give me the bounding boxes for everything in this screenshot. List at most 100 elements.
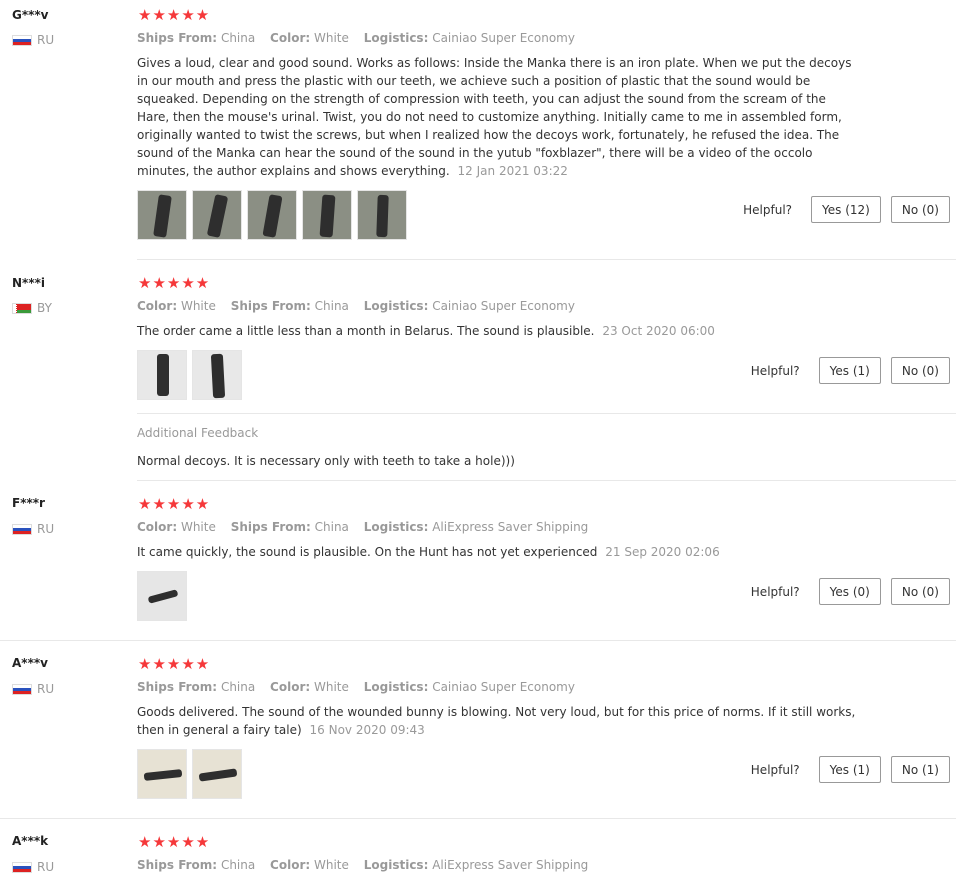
helpful-vote: Helpful? Yes (1) No (0) (751, 357, 950, 384)
review-divider (0, 818, 956, 819)
meta-key: Logistics: (363, 299, 429, 313)
helpful-vote: Helpful? Yes (0) No (0) (751, 578, 950, 605)
review-photo[interactable] (192, 350, 242, 400)
meta-value: China (314, 520, 349, 534)
reviewer-name: N***i (12, 276, 45, 290)
meta-value: China (220, 858, 256, 872)
meta-value: White (314, 31, 349, 45)
helpful-no-button[interactable]: No (0) (890, 578, 950, 605)
russia-flag-icon (12, 523, 32, 535)
reviewer-country: RU (12, 860, 54, 874)
review-content: The order came a little less than a mont… (137, 324, 595, 338)
review-content: Goods delivered. The sound of the wounde… (137, 705, 856, 737)
russia-flag-icon (12, 683, 32, 695)
helpful-yes-button[interactable]: Yes (0) (818, 578, 881, 605)
reviewer-name: A***v (12, 656, 48, 670)
review-divider (0, 640, 956, 641)
review-photo[interactable] (192, 749, 242, 799)
helpful-yes-button[interactable]: Yes (1) (818, 756, 881, 783)
meta-value: China (314, 299, 349, 313)
country-code: RU (37, 33, 55, 47)
star-rating: ★★★★★ (138, 833, 211, 851)
meta-key: Logistics: (363, 31, 429, 45)
star-rating: ★★★★★ (138, 655, 211, 673)
meta-key: Color: (270, 680, 311, 694)
reviewer-name: G***v (12, 8, 49, 22)
review-text: Goods delivered. The sound of the wounde… (137, 703, 857, 739)
review-photos (137, 749, 242, 799)
review-photo[interactable] (357, 190, 407, 240)
russia-flag-icon (12, 34, 32, 46)
star-rating: ★★★★★ (138, 6, 211, 24)
country-code: RU (37, 682, 55, 696)
meta-value: China (220, 31, 256, 45)
helpful-label: Helpful? (750, 363, 800, 378)
review-text: Gives a loud, clear and good sound. Work… (137, 54, 857, 180)
reviewer-name: A***k (12, 834, 49, 848)
review-photos (137, 571, 187, 621)
review-divider (137, 480, 956, 481)
helpful-label: Helpful? (750, 584, 800, 599)
helpful-no-button[interactable]: No (0) (890, 357, 950, 384)
meta-value: AliExpress Saver Shipping (432, 520, 589, 534)
meta-key: Ships From: (137, 680, 218, 694)
review-meta: Color: White Ships From: China Logistics… (137, 520, 599, 534)
meta-value: White (314, 680, 349, 694)
meta-key: Color: (137, 299, 178, 313)
helpful-yes-button[interactable]: Yes (1) (818, 357, 881, 384)
country-code: RU (37, 522, 55, 536)
meta-key: Logistics: (363, 858, 429, 872)
review-text: It came quickly, the sound is plausible.… (137, 543, 857, 561)
helpful-vote: Helpful? Yes (12) No (0) (743, 196, 950, 223)
meta-value: Cainiao Super Economy (432, 299, 575, 313)
meta-value: Cainiao Super Economy (432, 680, 575, 694)
helpful-vote: Helpful? Yes (1) No (1) (751, 756, 950, 783)
reviewer-country: RU (12, 682, 54, 696)
review-photos (137, 190, 407, 240)
review-meta: Ships From: China Color: White Logistics… (137, 31, 586, 45)
review-text: The order came a little less than a mont… (137, 322, 857, 340)
review-date: 12 Jan 2021 03:22 (457, 164, 568, 178)
russia-flag-icon (12, 861, 32, 873)
reviewer-country: RU (12, 33, 54, 47)
review-meta: Color: White Ships From: China Logistics… (137, 299, 586, 313)
star-rating: ★★★★★ (138, 274, 211, 292)
helpful-yes-button[interactable]: Yes (12) (811, 196, 881, 223)
review-photo[interactable] (137, 350, 187, 400)
helpful-label: Helpful? (743, 202, 793, 217)
meta-key: Ships From: (137, 858, 218, 872)
helpful-label: Helpful? (750, 762, 800, 777)
meta-value: White (314, 858, 349, 872)
meta-key: Color: (270, 31, 311, 45)
review-content: It came quickly, the sound is plausible.… (137, 545, 598, 559)
belarus-flag-icon (12, 302, 32, 314)
review-photos (137, 350, 242, 400)
meta-value: China (220, 680, 256, 694)
additional-feedback-title: Additional Feedback (137, 426, 259, 440)
review-content: Gives a loud, clear and good sound. Work… (137, 56, 852, 178)
review-photo[interactable] (137, 749, 187, 799)
review-photo[interactable] (302, 190, 352, 240)
meta-key: Logistics: (363, 680, 429, 694)
review-photo[interactable] (137, 190, 187, 240)
meta-key: Ships From: (230, 520, 311, 534)
review-meta: Ships From: China Color: White Logistics… (137, 680, 586, 694)
country-code: BY (37, 301, 52, 315)
review-photo[interactable] (247, 190, 297, 240)
helpful-no-button[interactable]: No (1) (890, 756, 950, 783)
review-photo[interactable] (192, 190, 242, 240)
meta-key: Ships From: (230, 299, 311, 313)
review-date: 16 Nov 2020 09:43 (309, 723, 425, 737)
meta-key: Color: (137, 520, 178, 534)
helpful-no-button[interactable]: No (0) (890, 196, 950, 223)
meta-key: Logistics: (363, 520, 429, 534)
meta-value: AliExpress Saver Shipping (432, 858, 589, 872)
star-rating: ★★★★★ (138, 495, 211, 513)
country-code: RU (37, 860, 55, 874)
meta-value: Cainiao Super Economy (432, 31, 575, 45)
reviewer-country: BY (12, 301, 52, 315)
review-date: 23 Oct 2020 06:00 (602, 324, 715, 338)
review-date: 21 Sep 2020 02:06 (605, 545, 720, 559)
additional-feedback-text: Normal decoys. It is necessary only with… (137, 454, 515, 468)
review-photo[interactable] (137, 571, 187, 621)
